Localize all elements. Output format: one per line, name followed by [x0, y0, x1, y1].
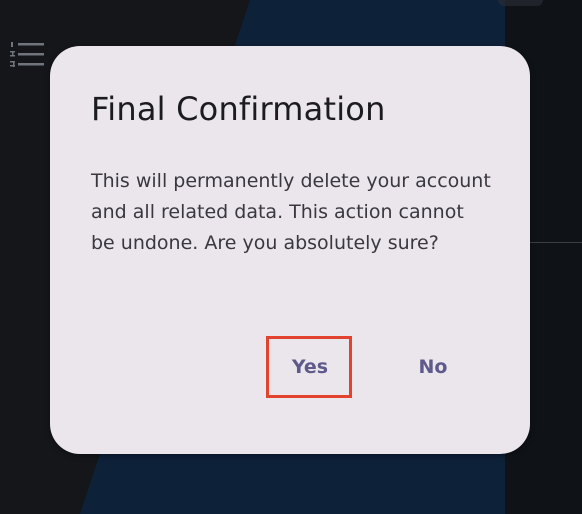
dialog-message: This will permanently delete your accoun…	[91, 170, 491, 254]
numbered-list-icon[interactable]	[10, 40, 46, 70]
screen: Final Confirmation This will permanently…	[0, 0, 582, 514]
background-top-fragment	[498, 0, 543, 6]
no-button[interactable]: No	[396, 338, 470, 396]
confirmation-dialog: Final Confirmation This will permanently…	[50, 46, 530, 454]
yes-button[interactable]: Yes	[268, 338, 352, 396]
dialog-title: Final Confirmation	[91, 90, 386, 128]
